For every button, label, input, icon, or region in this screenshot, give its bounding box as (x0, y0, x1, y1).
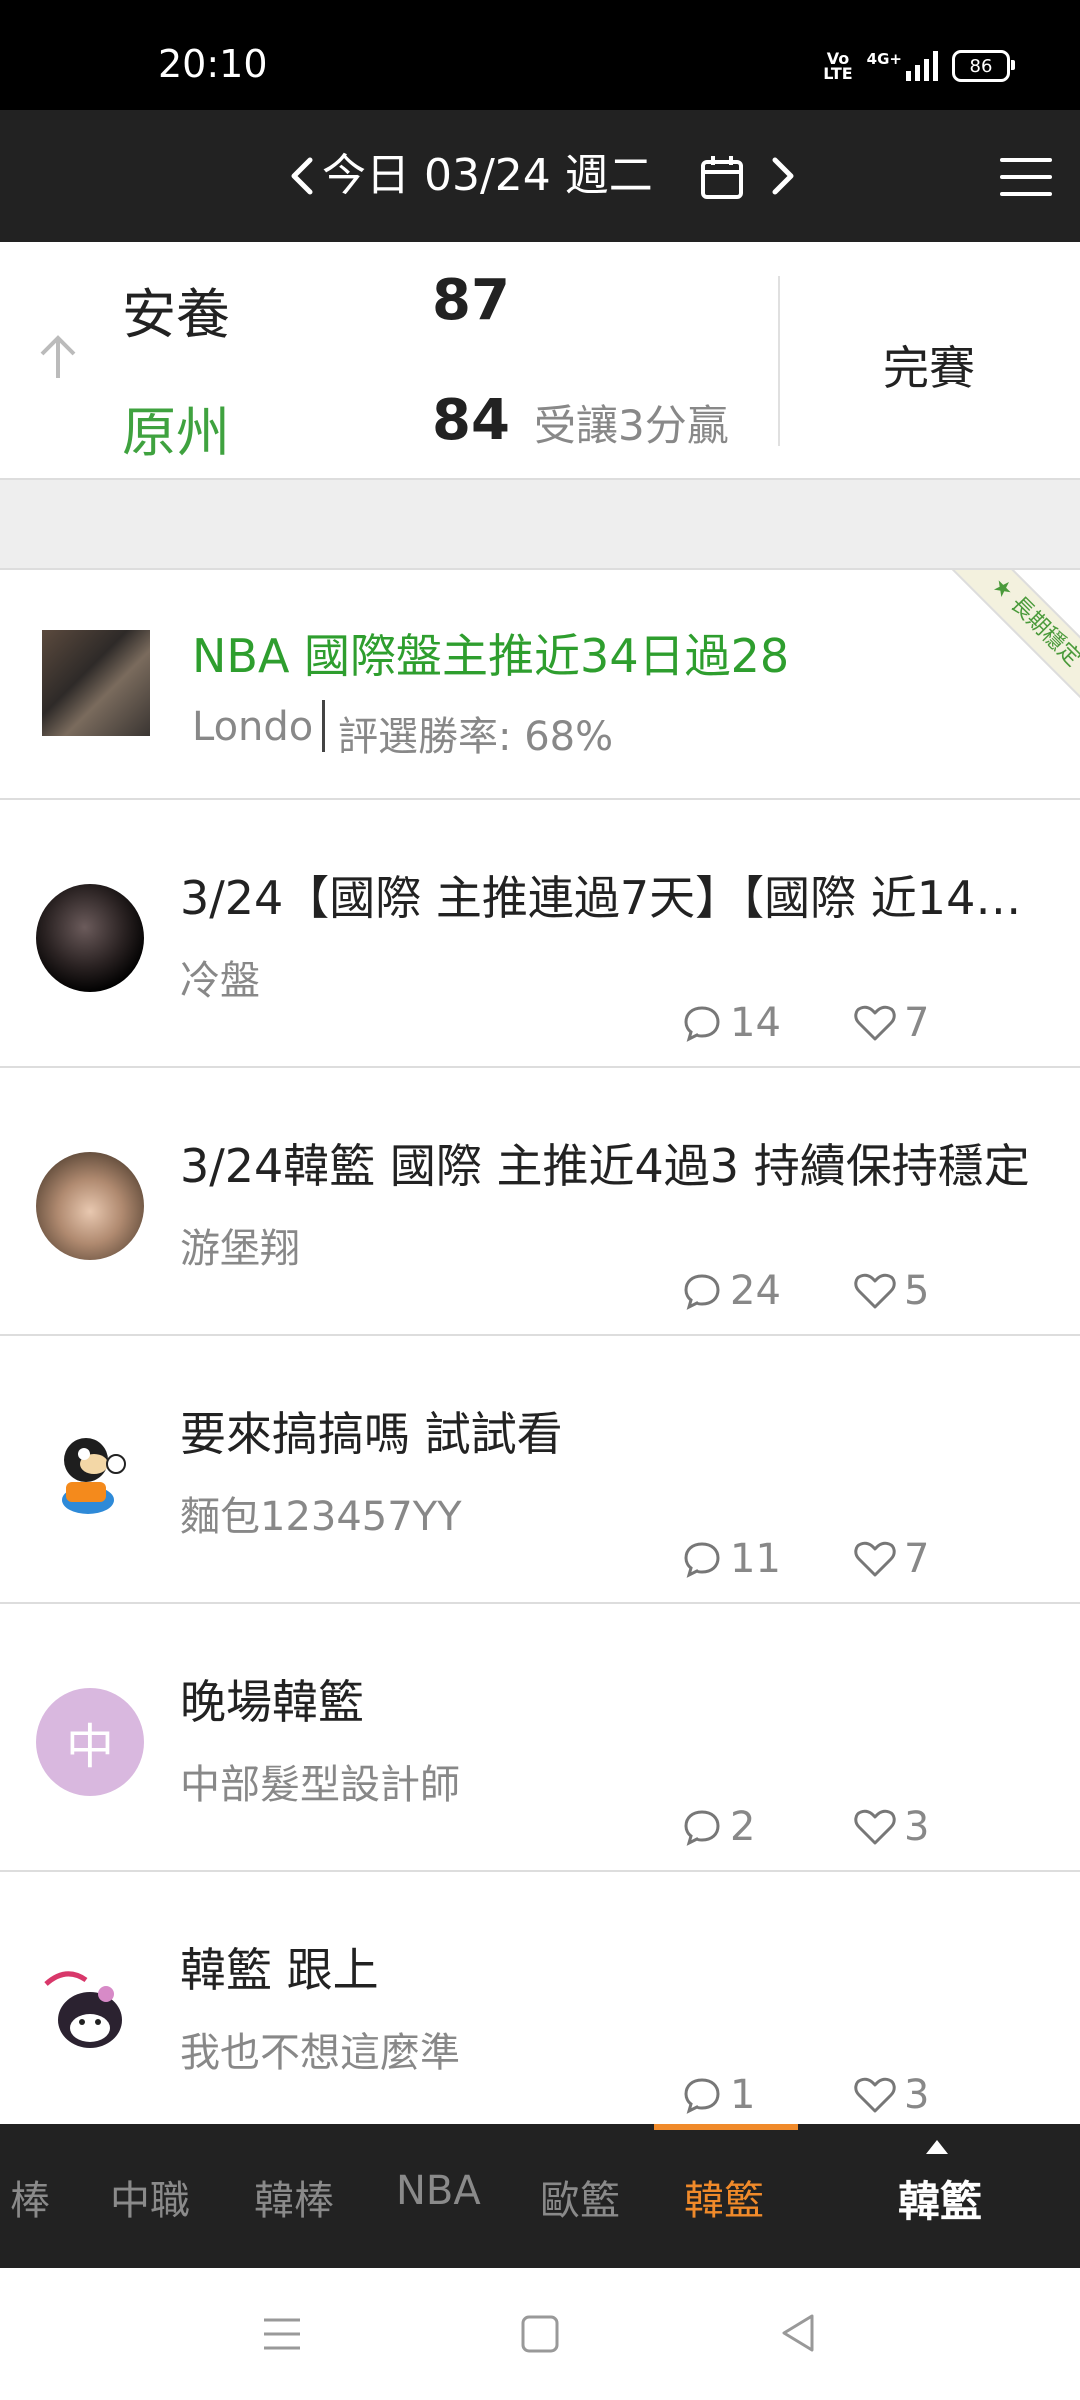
post-title: 晚場韓籃 (180, 1675, 364, 1729)
avatar-initial: 中 (65, 1719, 114, 1775)
home-team-score: 87 (432, 268, 510, 333)
featured-author: Londo (192, 704, 314, 750)
handicap-result: 受讓3分贏 (534, 401, 729, 450)
heart-icon (854, 1005, 896, 1041)
comment-count-value: 14 (730, 1000, 781, 1046)
top-header: 今日 03/24 週二 (0, 110, 1080, 242)
post-author: 冷盤 (180, 958, 260, 1004)
tab-cpbl[interactable]: 中職 (110, 2168, 190, 2226)
post-author: 麵包123457YY (180, 1494, 462, 1540)
game-status: 完賽 (883, 341, 975, 395)
comment-count-value: 1 (730, 2072, 756, 2118)
tab-baseball[interactable]: 棒 (10, 2168, 50, 2226)
comment-count-value: 2 (730, 1804, 756, 1850)
post-item[interactable]: 韓籃 跟上 我也不想這麼準 1 3 (0, 1872, 1080, 2124)
back-icon[interactable] (778, 2312, 818, 2358)
caret-up-icon (926, 2140, 948, 2154)
comment-count: 11 (682, 1536, 781, 1582)
featured-pick[interactable]: NBA 國際盤主推近34日過28 Londo 評選勝率: 68% ★ 長期穩定 … (0, 570, 1080, 800)
current-league-selector[interactable]: 韓籃 (898, 2168, 982, 2229)
post-item[interactable]: 3/24韓籃 國際 主推近4過3 持續保持穩定 游堡翔 24 5 (0, 1068, 1080, 1336)
signal-icon (906, 51, 938, 81)
like-count-value: 3 (904, 2072, 930, 2118)
divider (322, 700, 325, 752)
league-tab-bar: 棒 中職 韓棒 NBA 歐籃 韓籃 韓籃 (0, 2124, 1080, 2268)
avatar (36, 884, 144, 992)
heart-icon (854, 2077, 896, 2113)
featured-win-rate: 評選勝率: 68% (338, 714, 614, 760)
post-author: 游堡翔 (180, 1226, 300, 1272)
post-item[interactable]: 3/24【國際 主推連過7天】【國際 近14過11】 冷盤 14 7 (0, 800, 1080, 1068)
heart-icon (854, 1541, 896, 1577)
featured-title: NBA 國際盤主推近34日過28 (192, 629, 790, 683)
tab-korean-basketball[interactable]: 韓籃 (684, 2168, 764, 2226)
battery-level: 86 (969, 55, 993, 77)
comment-icon (684, 1542, 720, 1578)
like-count-value: 7 (904, 1000, 930, 1046)
comment-icon (684, 1274, 720, 1310)
menu-icon[interactable] (1000, 158, 1052, 196)
away-team-score: 84 (432, 388, 510, 453)
chevron-right-icon[interactable] (763, 148, 803, 204)
tab-nba[interactable]: NBA (396, 2168, 481, 2214)
like-count[interactable]: 7 (854, 1536, 929, 1582)
arrow-up-icon (36, 332, 80, 386)
featured-thumbnail (42, 630, 150, 736)
comment-count: 1 (682, 2072, 755, 2118)
tab-kbo[interactable]: 韓棒 (254, 2168, 334, 2226)
post-title: 3/24【國際 主推連過7天】【國際 近14過11】 (180, 871, 1050, 925)
home-icon[interactable] (520, 2314, 560, 2358)
avatar: 中 (36, 1688, 144, 1796)
status-time: 20:10 (158, 42, 268, 86)
heart-icon (854, 1809, 896, 1845)
post-title: 韓籃 跟上 (180, 1943, 379, 1997)
like-count-value: 5 (904, 1268, 930, 1314)
comment-count: 14 (682, 1000, 781, 1046)
status-icons: Vo LTE 4G+ 86 (823, 49, 1015, 83)
like-count[interactable]: 5 (854, 1268, 929, 1314)
like-count-value: 3 (904, 1804, 930, 1850)
post-title: 要來搞搞嗎 試試看 (180, 1407, 563, 1461)
active-tab-indicator (654, 2124, 798, 2130)
date-title[interactable]: 今日 03/24 週二 (322, 148, 653, 204)
away-team-name: 原州 (122, 401, 230, 464)
post-author: 中部髮型設計師 (180, 1762, 460, 1808)
calendar-icon[interactable] (700, 154, 744, 204)
section-spacer (0, 480, 1080, 570)
home-team-name: 安養 (122, 283, 230, 346)
chevron-left-icon[interactable] (282, 148, 322, 204)
heart-icon (854, 1273, 896, 1309)
recent-apps-icon[interactable] (262, 2314, 302, 2358)
long-term-stable-badge: ★ 長期穩定 ★ (948, 570, 1080, 729)
network-type: 4G+ (866, 50, 902, 68)
like-count[interactable]: 3 (854, 2072, 929, 2118)
avatar (36, 1956, 144, 2064)
score-card[interactable]: 安養 87 原州 84 受讓3分贏 完賽 (0, 242, 1080, 480)
post-author: 我也不想這麼準 (180, 2030, 460, 2076)
post-title: 3/24韓籃 國際 主推近4過3 持續保持穩定 (180, 1139, 1030, 1193)
post-item[interactable]: 中 晚場韓籃 中部髮型設計師 2 3 (0, 1604, 1080, 1872)
volte-icon: Vo LTE (823, 49, 853, 83)
like-count[interactable]: 3 (854, 1804, 929, 1850)
like-count-value: 7 (904, 1536, 930, 1582)
comment-icon (684, 1006, 720, 1042)
avatar (36, 1420, 144, 1528)
comment-count-value: 24 (730, 1268, 781, 1314)
comment-icon (684, 1810, 720, 1846)
comment-count: 24 (682, 1268, 781, 1314)
comment-icon (684, 2078, 720, 2114)
avatar (36, 1152, 144, 1260)
tab-euro-basketball[interactable]: 歐籃 (540, 2168, 620, 2226)
like-count[interactable]: 7 (854, 1000, 929, 1046)
system-navigation-bar (0, 2268, 1080, 2400)
post-item[interactable]: 要來搞搞嗎 試試看 麵包123457YY 11 7 (0, 1336, 1080, 1604)
comment-count: 2 (682, 1804, 755, 1850)
comment-count-value: 11 (730, 1536, 781, 1582)
status-bar: 20:10 Vo LTE 4G+ 86 (0, 0, 1080, 110)
battery-icon: 86 (952, 50, 1015, 82)
